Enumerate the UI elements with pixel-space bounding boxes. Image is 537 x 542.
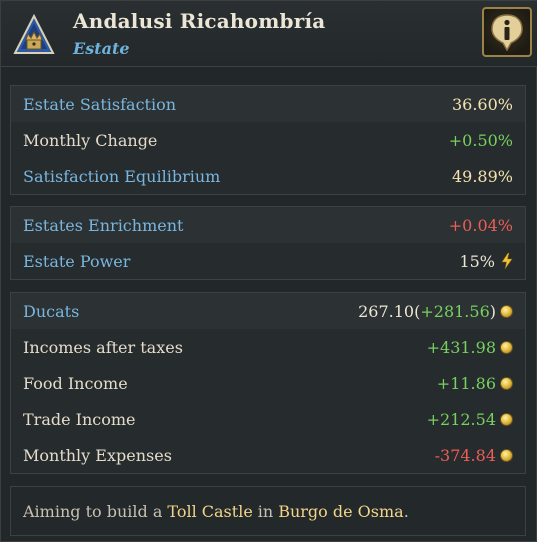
estates-enrichment-value: +0.04%	[448, 215, 513, 235]
info-button[interactable]	[482, 7, 532, 57]
monthly-change-row: Monthly Change +0.50%	[11, 122, 525, 158]
estates-enrichment-row[interactable]: Estates Enrichment +0.04%	[11, 207, 525, 243]
build-goal-footer: Aiming to build a Toll Castle in Burgo d…	[10, 486, 526, 536]
trade-income-label: Trade Income	[23, 409, 136, 429]
info-icon	[491, 14, 523, 51]
trade-income-value: +212.54	[426, 409, 496, 429]
satisfaction-equilibrium-value: 49.89%	[451, 166, 513, 186]
gold-coin-icon	[500, 304, 513, 318]
trade-income-row: Trade Income +212.54	[11, 401, 525, 437]
estate-power-row[interactable]: Estate Power 15%	[11, 243, 525, 279]
incomes-after-taxes-label: Incomes after taxes	[23, 337, 183, 357]
estates-enrichment-label: Estates Enrichment	[23, 215, 184, 235]
ducats-value: 267.10	[358, 301, 415, 321]
monthly-change-value: +0.50%	[448, 130, 513, 150]
estate-power-label: Estate Power	[23, 251, 131, 271]
estate-crown-icon	[13, 13, 55, 56]
incomes-after-taxes-row: Incomes after taxes +431.98	[11, 329, 525, 365]
gold-coin-icon	[500, 412, 513, 426]
build-goal-middle: in	[257, 501, 274, 521]
finances-section: Ducats 267.10(+281.56) Incomes after tax…	[10, 292, 526, 474]
ducats-row[interactable]: Ducats 267.10(+281.56)	[11, 293, 525, 329]
ducats-paren-close: )	[489, 301, 496, 321]
ducats-change: +281.56	[420, 301, 490, 321]
tooltip-header: Andalusi Ricahombría Estate	[1, 1, 537, 67]
monthly-expenses-label: Monthly Expenses	[23, 445, 172, 465]
satisfaction-section: Estate Satisfaction 36.60% Monthly Chang…	[10, 85, 526, 195]
food-income-row: Food Income +11.86	[11, 365, 525, 401]
incomes-after-taxes-value: +431.98	[426, 337, 496, 357]
build-goal-suffix: .	[403, 501, 409, 521]
monthly-change-label: Monthly Change	[23, 130, 158, 150]
lightning-bolt-icon	[501, 253, 513, 269]
satisfaction-equilibrium-row[interactable]: Satisfaction Equilibrium 49.89%	[11, 158, 525, 194]
gold-coin-icon	[500, 448, 513, 462]
power-section: Estates Enrichment +0.04% Estate Power 1…	[10, 206, 526, 280]
build-goal-prefix: Aiming to build a	[23, 501, 163, 521]
estate-power-value: 15%	[459, 251, 495, 271]
gold-coin-icon	[500, 340, 513, 354]
build-goal-building-link[interactable]: Toll Castle	[167, 502, 252, 521]
estate-satisfaction-row[interactable]: Estate Satisfaction 36.60%	[11, 86, 525, 122]
ducats-label: Ducats	[23, 301, 80, 321]
estate-tooltip-panel: Andalusi Ricahombría Estate Estate Satis…	[0, 0, 537, 542]
estate-satisfaction-value: 36.60%	[451, 94, 513, 114]
gold-coin-icon	[500, 376, 513, 390]
estate-satisfaction-label: Estate Satisfaction	[23, 94, 177, 114]
build-goal-location-link[interactable]: Burgo de Osma	[278, 502, 404, 521]
estate-subtitle: Estate	[73, 39, 130, 58]
monthly-expenses-value: -374.84	[434, 445, 496, 465]
food-income-value: +11.86	[436, 373, 496, 393]
food-income-label: Food Income	[23, 373, 128, 393]
estate-title: Andalusi Ricahombría	[73, 9, 326, 33]
monthly-expenses-row: Monthly Expenses -374.84	[11, 437, 525, 473]
satisfaction-equilibrium-label: Satisfaction Equilibrium	[23, 166, 221, 186]
